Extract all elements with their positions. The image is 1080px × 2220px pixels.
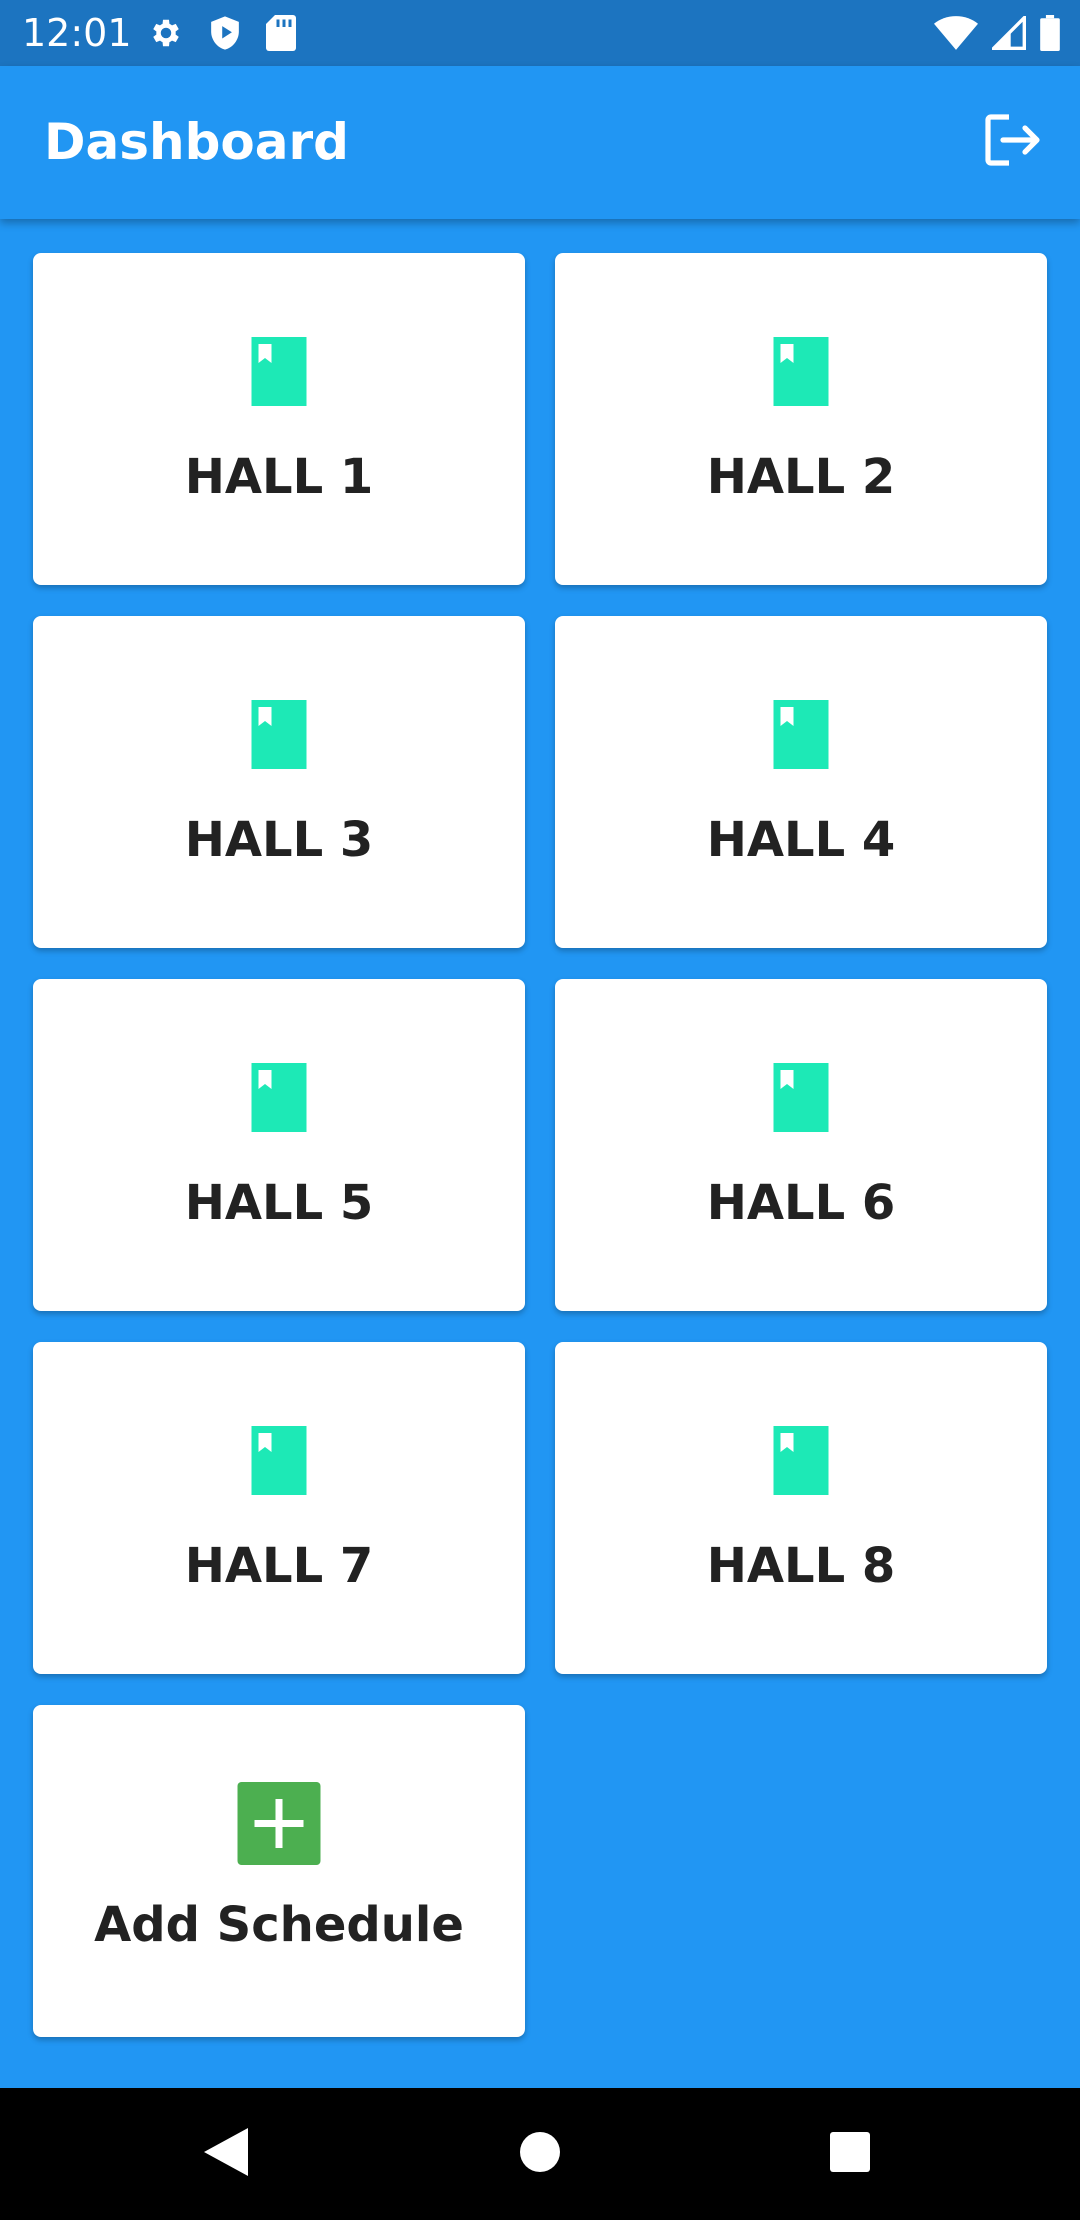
recents-icon [830,2132,870,2176]
hall-label: HALL 8 [706,1538,896,1594]
back-icon [204,2128,248,2180]
book-icon [251,700,307,769]
hall-label: HALL 7 [184,1538,374,1594]
hall-card-4[interactable]: HALL 4 [555,616,1047,948]
hall-card-7[interactable]: HALL 7 [33,1342,525,1674]
book-icon [251,1063,307,1132]
hall-card-1[interactable]: HALL 1 [33,253,525,585]
add-schedule-card[interactable]: Add Schedule [33,1705,525,2037]
hall-card-5[interactable]: HALL 5 [33,979,525,1311]
hall-label: HALL 5 [184,1175,374,1231]
add-schedule-label: Add Schedule [94,1897,464,1953]
book-icon [773,700,829,769]
page-title: Dashboard [44,113,349,171]
battery-icon [1040,15,1060,51]
book-icon [251,1426,307,1495]
book-icon [251,337,307,406]
hall-label: HALL 6 [706,1175,896,1231]
book-icon [773,337,829,406]
gear-icon [148,15,184,51]
hall-card-8[interactable]: HALL 8 [555,1342,1047,1674]
back-button[interactable] [186,2114,266,2194]
home-icon [519,2131,561,2177]
wifi-icon [934,16,978,50]
status-time: 12:01 [22,11,132,55]
hall-card-6[interactable]: HALL 6 [555,979,1047,1311]
hall-label: HALL 1 [184,449,374,505]
recents-button[interactable] [810,2114,890,2194]
screen: 12:01 Dashboard HALL 1 HALL 2 HALL 3 HAL… [0,0,1080,2220]
hall-label: HALL 2 [706,449,896,505]
home-button[interactable] [500,2114,580,2194]
app-bar: Dashboard [0,66,1080,219]
hall-label: HALL 4 [706,812,896,868]
book-icon [773,1063,829,1132]
system-nav-bar [0,2088,1080,2220]
status-bar: 12:01 [0,0,1080,66]
plus-icon [237,1782,321,1865]
status-right-icons [934,14,1060,52]
logout-button[interactable] [978,106,1050,178]
hall-grid: HALL 1 HALL 2 HALL 3 HALL 4 HALL 5 HALL … [33,253,1047,2037]
status-left-icons [148,14,296,52]
cell-signal-icon [992,16,1026,50]
hall-label: HALL 3 [184,812,374,868]
hall-card-3[interactable]: HALL 3 [33,616,525,948]
logout-icon [985,114,1043,170]
hall-card-2[interactable]: HALL 2 [555,253,1047,585]
shield-icon [208,15,242,51]
book-icon [773,1426,829,1495]
sd-card-icon [266,15,296,51]
